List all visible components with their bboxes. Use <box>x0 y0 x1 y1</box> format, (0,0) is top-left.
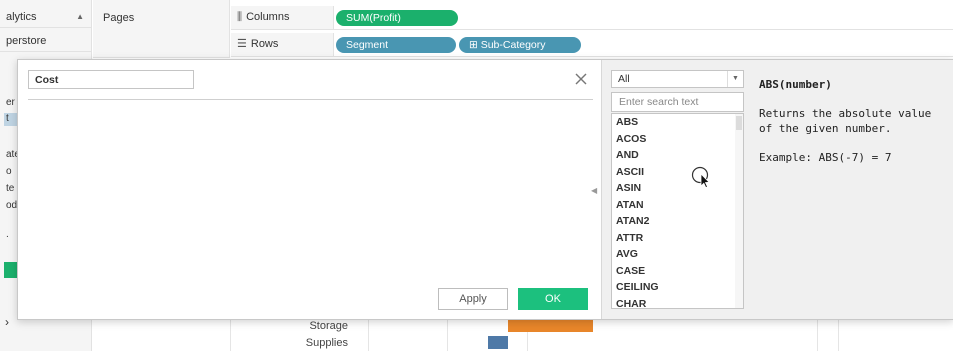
rows-shelf[interactable]: ☰ Rows Segment ⊞ Sub-Category <box>231 33 953 57</box>
calculation-name-field[interactable] <box>28 70 194 89</box>
list-item[interactable]: CASE <box>612 263 743 280</box>
datasource-title[interactable]: alytics ▲▼ <box>0 6 92 28</box>
columns-shelf[interactable]: ⫼ Columns SUM(Profit) <box>231 6 953 30</box>
list-item[interactable]: ATTR <box>612 230 743 247</box>
storage-bar[interactable] <box>508 319 593 332</box>
supplies-bar[interactable] <box>488 336 508 349</box>
chevron-down-icon[interactable]: ▼ <box>727 71 743 87</box>
partial-field[interactable]: te <box>6 183 14 194</box>
collapse-panel-icon[interactable]: ◀ <box>591 186 597 195</box>
chevron-right-icon[interactable]: › <box>5 315 9 329</box>
function-description: Returns the absolute value of the given … <box>759 107 932 135</box>
sum-profit-pill[interactable]: SUM(Profit) <box>336 10 458 26</box>
datasource-name[interactable]: perstore <box>0 30 92 52</box>
function-reference-panel: All ▼ ABS ACOS AND ASCII ASIN ATAN ATAN2… <box>601 60 953 319</box>
formula-editor[interactable] <box>28 102 593 282</box>
calculation-dialog: ◀ Apply OK All ▼ ABS ACOS AND ASCII ASIN… <box>17 59 953 320</box>
rows-label: Rows <box>250 38 279 50</box>
function-category-select[interactable]: All ▼ <box>611 70 744 88</box>
list-item[interactable]: AVG <box>612 246 743 263</box>
sort-updown-icon[interactable]: ▲▼ <box>76 6 84 27</box>
sub-category-pill[interactable]: ⊞ Sub-Category <box>459 37 581 53</box>
close-icon[interactable] <box>574 72 588 86</box>
list-item[interactable]: CEILING <box>612 279 743 296</box>
ok-button[interactable]: OK <box>518 288 588 310</box>
columns-label: Columns <box>246 11 290 23</box>
apply-button[interactable]: Apply <box>438 288 508 310</box>
list-item[interactable]: ABS <box>612 114 743 131</box>
mouse-cursor-icon <box>691 166 711 189</box>
list-item[interactable]: ASCII <box>612 164 743 181</box>
columns-icon: ⫼ <box>237 11 243 23</box>
rows-icon: ☰ <box>237 38 247 50</box>
function-list-scrollbar[interactable] <box>735 114 743 308</box>
list-item[interactable]: AND <box>612 147 743 164</box>
function-search-input[interactable] <box>611 92 744 112</box>
segment-pill[interactable]: Segment <box>336 37 456 53</box>
list-item[interactable]: ASIN <box>612 180 743 197</box>
partial-field[interactable]: o <box>6 166 12 177</box>
partial-field[interactable]: er <box>6 97 15 108</box>
row-label-storage: Storage <box>309 320 348 332</box>
function-list: ABS ACOS AND ASCII ASIN ATAN ATAN2 ATTR … <box>611 113 744 309</box>
pages-shelf[interactable]: Pages <box>93 0 230 58</box>
pages-label: Pages <box>103 12 135 24</box>
row-label-supplies: Supplies <box>305 337 348 349</box>
list-item[interactable]: ATAN <box>612 197 743 214</box>
green-indicator <box>4 262 17 278</box>
function-example: Example: ABS(-7) = 7 <box>759 151 892 164</box>
partial-field[interactable]: . <box>6 229 9 240</box>
list-item[interactable]: ACOS <box>612 131 743 148</box>
list-item[interactable]: ATAN2 <box>612 213 743 230</box>
list-item[interactable]: CHAR <box>612 296 743 309</box>
editor-divider <box>28 99 593 100</box>
partial-field-selected[interactable]: t <box>4 113 18 126</box>
function-signature: ABS(number) <box>759 78 832 91</box>
